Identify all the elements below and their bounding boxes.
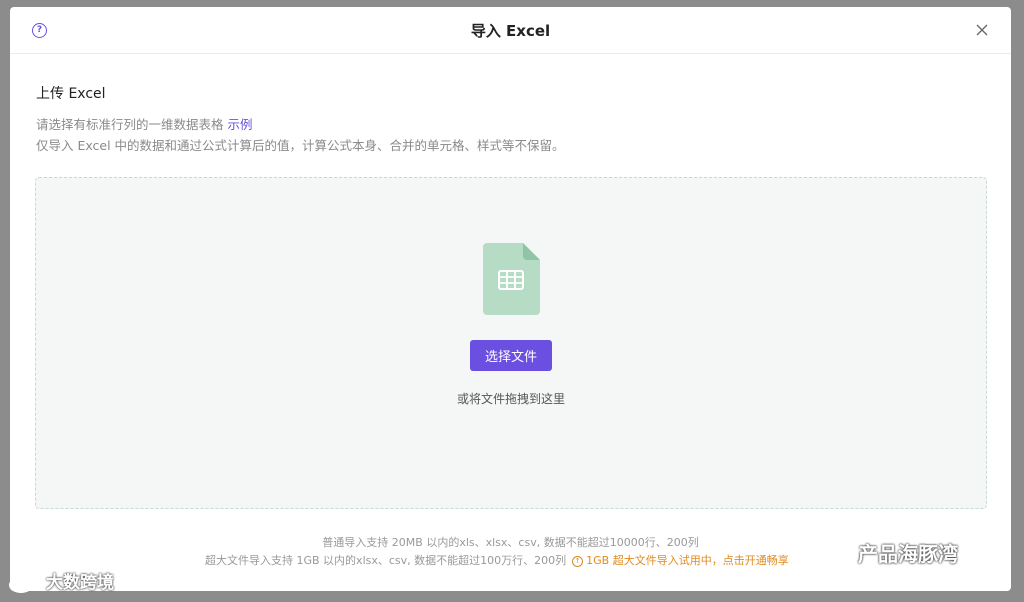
file-dropzone[interactable]: 选择文件 或将文件拖拽到这里 [35,177,987,509]
description-line-2: 仅导入 Excel 中的数据和通过公式计算后的值，计算公式本身、合并的单元格、样… [36,138,565,153]
watermark-left: 大数跨境 [8,568,114,594]
section-title: 上传 Excel [36,86,106,102]
description-text: 请选择有标准行列的一维数据表格 [36,117,224,132]
large-file-note: 超大文件导入支持 1GB 以内的xlsx、csv, 数据不能超过100万行、20… [205,552,789,568]
trial-link[interactable]: ↑ 1GB 超大文件导入试用中，点击开通畅享 [572,554,789,567]
upgrade-circle-icon: ↑ [572,555,584,567]
example-link[interactable]: 示例 [228,117,253,132]
watermark-right: 产品海豚湾 [818,538,958,569]
dialog-title: 导入 Excel [470,22,551,40]
close-icon[interactable] [976,24,988,36]
choose-file-button[interactable]: 选择文件 [470,340,552,371]
watermark-right-text: 产品海豚湾 [858,542,958,566]
drag-hint: 或将文件拖拽到这里 [456,392,565,406]
description-line-1: 请选择有标准行列的一维数据表格 示例 [36,114,253,133]
weibo-icon [9,574,40,593]
dialog-header: ? 导入 Excel [10,7,1011,54]
large-file-note-text: 超大文件导入支持 1GB 以内的xlsx、csv, 数据不能超过100万行、20… [205,554,567,567]
watermark-left-text: 大数跨境 [46,573,114,593]
import-excel-dialog: ? 导入 Excel 上传 Excel 请选择有标准行列的一维数据表格 示例 仅导… [10,7,1011,591]
wechat-icon [819,543,850,567]
trial-link-text: 1GB 超大文件导入试用中，点击开通畅享 [586,554,789,567]
spreadsheet-file-icon [483,243,540,315]
